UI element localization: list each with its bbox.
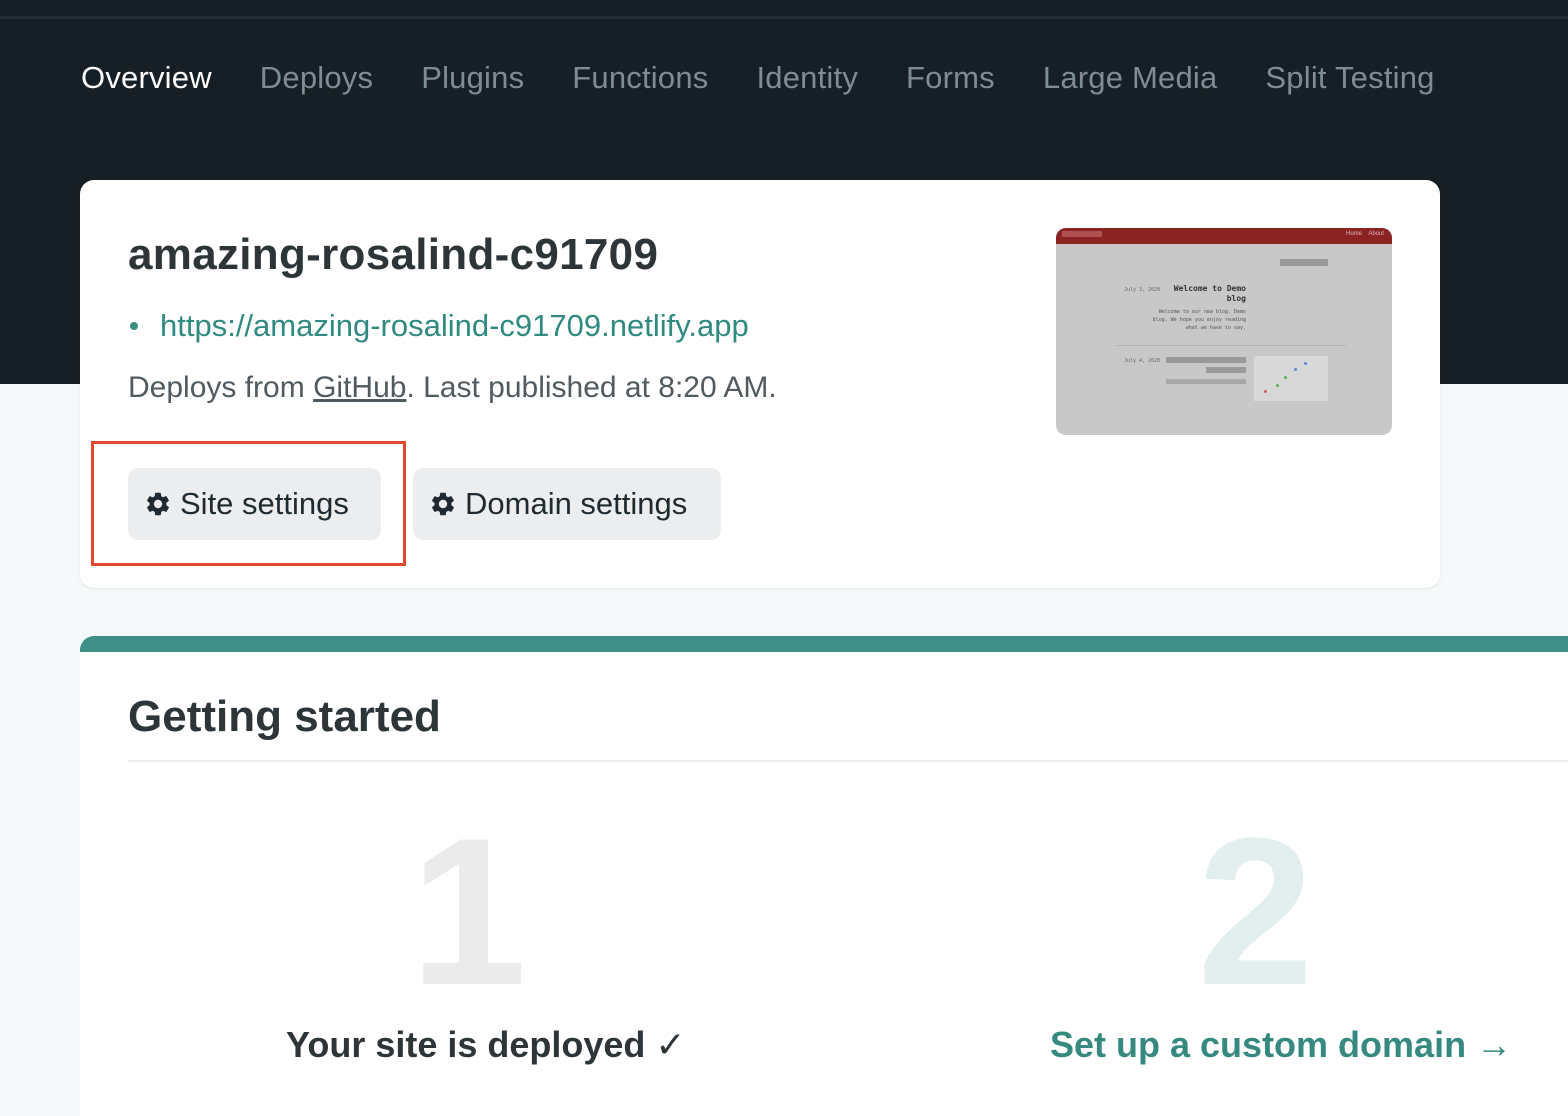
nav-tab-large-media[interactable]: Large Media: [1043, 58, 1218, 98]
nav-tab-overview[interactable]: Overview: [81, 58, 212, 98]
step-number-2: 2: [1197, 794, 1314, 1029]
deploy-source-link[interactable]: GitHub: [313, 371, 406, 404]
site-preview-thumbnail[interactable]: Home About July 3, 2020 Welcome to Demo …: [1056, 228, 1392, 435]
card-accent-bar: [80, 636, 1568, 652]
preview-chart-dot: [1304, 362, 1307, 365]
preview-post2-text-block: [1166, 379, 1246, 384]
nav-tab-forms[interactable]: Forms: [906, 58, 995, 98]
deploy-info: Deploys from GitHub. Last published at 8…: [128, 371, 777, 405]
highlight-box: [91, 441, 406, 566]
step-number-1: 1: [410, 794, 527, 1029]
preview-post1-date: July 3, 2020: [1124, 287, 1161, 293]
preview-navbar: Home About: [1056, 228, 1392, 244]
preview-brand: [1062, 231, 1102, 237]
setup-custom-domain-link[interactable]: Set up a custom domain →: [1050, 1024, 1512, 1066]
preview-post2-image: [1254, 356, 1328, 401]
preview-heading-block: [1280, 259, 1328, 266]
header-divider: [0, 16, 1568, 19]
domain-settings-label: Domain settings: [465, 486, 688, 521]
deploy-prefix: Deploys from: [128, 371, 314, 404]
preview-chart-dot: [1294, 368, 1297, 371]
site-url-link[interactable]: https://amazing-rosalind-c91709.netlify.…: [160, 308, 749, 344]
preview-divider: [1116, 345, 1346, 346]
preview-post2-title-block: [1166, 357, 1246, 363]
site-name: amazing-rosalind-c91709: [128, 230, 659, 279]
deploy-suffix: . Last published at 8:20 AM.: [406, 371, 777, 404]
nav-tab-functions[interactable]: Functions: [572, 58, 708, 98]
nav-tab-deploys[interactable]: Deploys: [260, 58, 373, 98]
preview-chart-dot: [1284, 376, 1287, 379]
nav-tab-split-testing[interactable]: Split Testing: [1265, 58, 1434, 98]
gear-icon: [432, 492, 454, 516]
domain-settings-button[interactable]: Domain settings: [413, 468, 721, 540]
preview-post2-date: July 4, 2020: [1124, 358, 1161, 364]
section-divider: [128, 760, 1568, 762]
preview-chart-dot: [1264, 390, 1267, 393]
status-dot-icon: [130, 322, 138, 330]
preview-post2-title-block-2: [1206, 367, 1246, 373]
nav-tab-plugins[interactable]: Plugins: [421, 58, 524, 98]
preview-post1-title: Welcome to Demo blog: [1173, 284, 1246, 303]
preview-post1-excerpt: Welcome to our new blog. Demo blog. We h…: [1152, 309, 1246, 331]
site-nav: Overview Deploys Plugins Functions Ident…: [81, 58, 1435, 98]
nav-tab-identity[interactable]: Identity: [756, 58, 858, 98]
step-1-label: Your site is deployed ✓: [286, 1024, 686, 1065]
preview-nav-about: About: [1368, 231, 1384, 237]
preview-nav-home: Home: [1345, 231, 1362, 237]
preview-chart-dot: [1276, 384, 1279, 387]
getting-started-card: Getting started 1 Your site is deployed …: [80, 636, 1568, 1116]
getting-started-title: Getting started: [128, 692, 441, 741]
site-url-row: https://amazing-rosalind-c91709.netlify.…: [130, 308, 749, 344]
